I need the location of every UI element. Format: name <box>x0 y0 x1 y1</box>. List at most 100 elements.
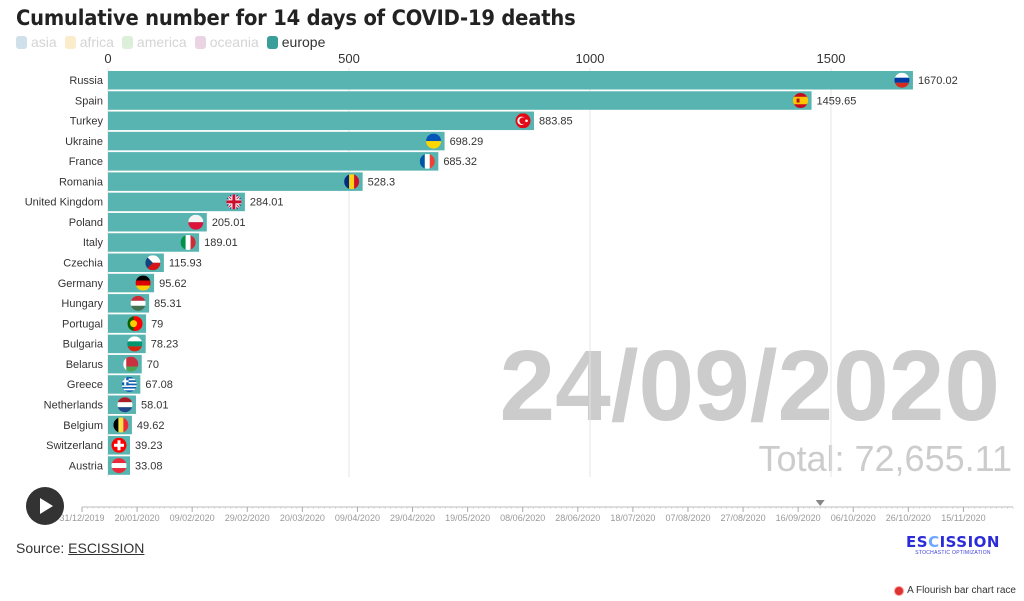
bar-row: Czechia 115.93 <box>63 253 202 273</box>
source-link[interactable]: ESCISSION <box>68 540 144 556</box>
x-tick-label: 1500 <box>817 51 846 66</box>
category-label: Turkey <box>70 116 104 128</box>
bar-row: Ukraine 698.29 <box>65 131 484 151</box>
stripe <box>117 402 133 408</box>
escission-logo: ESCISSION STOCHASTIC OPTIMIZATION <box>906 533 1000 556</box>
category-label: United Kingdom <box>25 197 103 209</box>
timeline-tick-label: 20/01/2020 <box>115 513 160 523</box>
bar-row: France 685.32 <box>69 152 477 171</box>
category-label: Belarus <box>66 359 104 371</box>
emblem <box>796 98 800 103</box>
value-label: 205.01 <box>212 217 246 229</box>
bar-row: Germany 95.62 <box>58 273 187 293</box>
czechia-flag-icon <box>145 255 161 271</box>
timeline-tick-label: 09/02/2020 <box>170 513 215 523</box>
value-label: 284.01 <box>250 197 284 209</box>
flourish-icon <box>895 586 904 595</box>
value-label: 115.93 <box>169 258 202 270</box>
timeline-tick-label: 18/07/2020 <box>610 513 655 523</box>
stripe <box>111 463 127 469</box>
turkey-flag-icon <box>515 113 531 129</box>
value-label: 883.85 <box>539 116 573 128</box>
timeline-tick-label: 29/02/2020 <box>225 513 270 523</box>
ukraine-flag-icon <box>426 133 442 149</box>
x-tick-label: 1000 <box>576 51 605 66</box>
timeline[interactable]: 31/12/2019 20/01/2020 09/02/2020 29/02/2020… <box>59 500 1014 523</box>
value-label: 1459.65 <box>817 95 857 107</box>
timeline-tick-label: 09/04/2020 <box>335 513 380 523</box>
category-label: Czechia <box>63 258 104 270</box>
bar-row: Russia 1670.02 <box>69 71 958 90</box>
timeline-tick-label: 29/04/2020 <box>390 513 435 523</box>
stripe <box>127 341 143 347</box>
bar <box>108 152 439 171</box>
play-button[interactable] <box>26 487 64 525</box>
value-label: 49.62 <box>137 420 165 432</box>
category-label: Germany <box>58 278 104 290</box>
timeline-tick-label: 27/08/2020 <box>721 513 766 523</box>
value-label: 685.32 <box>443 156 477 168</box>
bar <box>108 172 363 191</box>
stripe <box>121 385 137 388</box>
timeline-tick-label: 07/08/2020 <box>665 513 710 523</box>
stripe <box>118 417 124 433</box>
stripe <box>135 280 151 286</box>
play-icon <box>40 498 53 514</box>
portugal-flag-icon <box>127 316 143 332</box>
logo-text-c: ISSION <box>939 533 1000 551</box>
category-label: Hungary <box>61 298 103 310</box>
timeline-tick-label: 15/11/2020 <box>941 513 985 523</box>
category-label: Bulgaria <box>63 339 104 351</box>
bar-row: United Kingdom 284.01 <box>25 192 284 212</box>
bar-row: Italy 189.01 <box>83 233 238 252</box>
star <box>525 119 528 123</box>
category-label: Poland <box>69 217 103 229</box>
bar-row: Austria 33.08 <box>69 456 163 475</box>
poland-flag-icon <box>188 214 204 230</box>
timeline-tick-label: 31/12/2019 <box>59 513 104 523</box>
source-prefix: Source: <box>16 540 69 556</box>
flourish-credit[interactable]: A Flourish bar chart race <box>895 585 1016 596</box>
emblem <box>130 320 138 328</box>
category-label: Ukraine <box>65 136 103 148</box>
stripe <box>185 234 191 250</box>
stripe <box>121 386 137 389</box>
logo-text-b: C <box>928 533 940 551</box>
bar <box>108 192 245 212</box>
category-label: Netherlands <box>44 399 104 411</box>
category-label: Spain <box>75 95 103 107</box>
category-label: Russia <box>69 75 104 87</box>
bar-row: Spain 1459.65 <box>75 91 856 110</box>
stripe <box>793 96 809 105</box>
value-label: 78.23 <box>151 339 179 351</box>
bar-chart-race: 24/09/2020Total: 72,655.11 0 500 1000 1500 Ru… <box>25 51 1014 523</box>
value-label: 1670.02 <box>918 75 958 87</box>
value-label: 698.29 <box>450 136 484 148</box>
stripe <box>349 174 355 190</box>
logo-text-a: ES <box>906 533 929 551</box>
category-label: Austria <box>69 460 104 472</box>
switzerland-flag-icon <box>111 437 127 453</box>
bar <box>108 71 913 90</box>
value-label: 33.08 <box>135 460 163 472</box>
bar-row: Romania 528.3 <box>59 172 395 191</box>
bar-row: Portugal 79 <box>62 314 163 333</box>
value-label: 85.31 <box>154 298 182 310</box>
timeline-position-marker[interactable] <box>815 500 825 506</box>
source-note: Source: ESCISSION <box>16 540 144 556</box>
x-tick-label: 0 <box>104 51 111 66</box>
bar-row: Hungary 85.31 <box>61 294 182 313</box>
category-label: Italy <box>83 237 104 249</box>
category-label: Portugal <box>62 318 103 330</box>
stripe <box>130 300 146 306</box>
flourish-text: A Flourish bar chart race <box>907 585 1016 596</box>
value-label: 39.23 <box>135 440 163 452</box>
category-label: Romania <box>59 176 104 188</box>
bar-row: Netherlands 58.01 <box>44 395 168 414</box>
total-label: Total: 72,655.11 <box>758 438 1012 479</box>
bar-row: Belarus 70 <box>66 354 159 374</box>
x-tick-label: 500 <box>338 51 360 66</box>
category-label: France <box>69 156 103 168</box>
value-label: 67.08 <box>145 379 173 391</box>
stripe <box>424 153 430 169</box>
